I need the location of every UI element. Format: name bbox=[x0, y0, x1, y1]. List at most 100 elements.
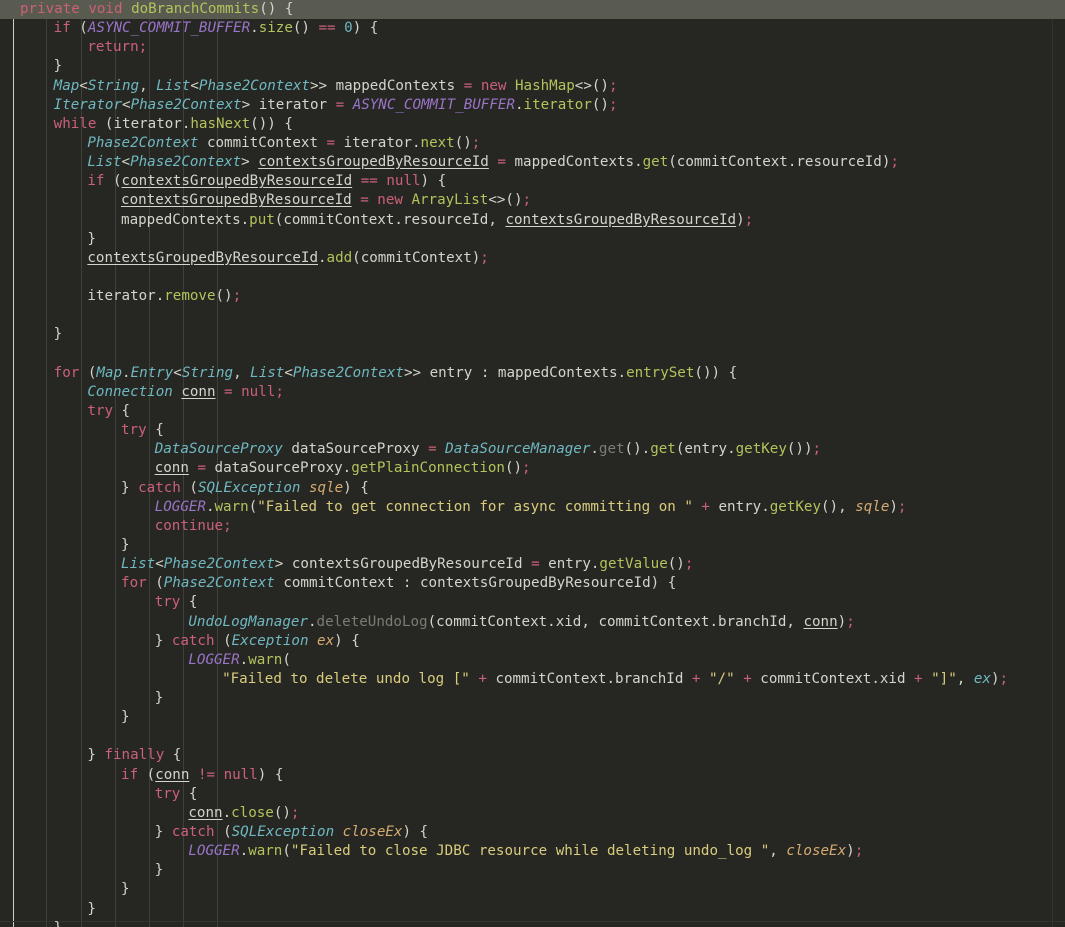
code-line[interactable]: List<Phase2Context> contextsGroupedByRes… bbox=[0, 153, 1065, 172]
code-line[interactable]: contextsGroupedByResourceId.add(commitCo… bbox=[0, 249, 1065, 268]
code-token: < bbox=[155, 556, 164, 573]
code-token: . bbox=[727, 441, 736, 458]
code-line[interactable]: try { bbox=[0, 402, 1065, 421]
code-token: ( bbox=[146, 575, 164, 592]
code-token: < bbox=[79, 77, 88, 94]
code-line[interactable]: return; bbox=[0, 38, 1065, 57]
code-line[interactable]: continue; bbox=[0, 517, 1065, 536]
code-line[interactable]: try { bbox=[0, 593, 1065, 612]
code-line[interactable]: } finally { bbox=[0, 746, 1065, 765]
code-line-text: while (iterator.hasNext()) { bbox=[0, 115, 293, 134]
code-line[interactable]: LOGGER.warn("Failed to close JDBC resour… bbox=[0, 842, 1065, 861]
code-token: closeEx bbox=[786, 843, 847, 860]
code-token: ) bbox=[471, 249, 481, 266]
code-token: < bbox=[122, 96, 131, 113]
code-line[interactable]: conn = dataSourceProxy.getPlainConnectio… bbox=[0, 459, 1065, 478]
code-token: ; bbox=[897, 498, 907, 515]
code-line[interactable]: "Failed to delete undo log [" + commitCo… bbox=[0, 670, 1065, 689]
code-line-text: } catch (SQLException closeEx) { bbox=[0, 823, 428, 842]
code-line[interactable]: UndoLogManager.deleteUndoLog(commitConte… bbox=[0, 613, 1065, 632]
code-line[interactable] bbox=[0, 268, 1065, 287]
code-token: . bbox=[634, 154, 643, 171]
code-line-text: for (Phase2Context commitContext : conte… bbox=[0, 574, 676, 593]
code-line[interactable]: Map<String, List<Phase2Context>> mappedC… bbox=[0, 77, 1065, 96]
code-line[interactable]: for (Map.Entry<String, List<Phase2Contex… bbox=[0, 364, 1065, 383]
code-line[interactable]: } bbox=[0, 708, 1065, 727]
code-token: Iterator bbox=[53, 96, 123, 113]
code-token: ) { bbox=[334, 632, 360, 649]
code-line[interactable]: } catch (Exception ex) { bbox=[0, 632, 1065, 651]
code-token: Phase2Context bbox=[292, 364, 404, 381]
code-token: . bbox=[240, 211, 250, 228]
code-token: ; bbox=[480, 249, 489, 266]
code-line[interactable]: } bbox=[0, 536, 1065, 555]
code-line[interactable]: LOGGER.warn( bbox=[0, 651, 1065, 670]
code-line-text: contextsGroupedByResourceId = new ArrayL… bbox=[0, 191, 531, 210]
code-line[interactable]: LOGGER.warn("Failed to get connection fo… bbox=[0, 498, 1065, 517]
code-line[interactable]: } bbox=[0, 880, 1065, 899]
code-token: ( bbox=[70, 20, 88, 37]
code-token: iterator bbox=[523, 96, 592, 113]
code-line-text: mappedContexts.put(commitContext.resourc… bbox=[0, 211, 753, 230]
code-token: + bbox=[701, 498, 710, 515]
code-line[interactable] bbox=[0, 727, 1065, 746]
code-line[interactable]: if (conn != null) { bbox=[0, 766, 1065, 785]
code-token: get bbox=[642, 154, 669, 171]
code-line[interactable]: contextsGroupedByResourceId = new ArrayL… bbox=[0, 191, 1065, 210]
code-line-text: private void doBranchCommits() { bbox=[0, 0, 293, 19]
code-line-text: if (ASYNC_COMMIT_BUFFER.size() == 0) { bbox=[0, 19, 379, 38]
code-token: Phase2Context bbox=[130, 154, 242, 171]
code-line[interactable] bbox=[0, 306, 1065, 325]
code-line[interactable]: } catch (SQLException closeEx) { bbox=[0, 823, 1065, 842]
code-token: private bbox=[20, 1, 80, 17]
code-line[interactable] bbox=[0, 345, 1065, 364]
code-line[interactable]: } bbox=[0, 230, 1065, 249]
code-token: ; bbox=[890, 154, 899, 171]
code-line[interactable]: if (contextsGroupedByResourceId == null)… bbox=[0, 172, 1065, 191]
code-token: ( bbox=[248, 498, 258, 515]
code-line[interactable]: } bbox=[0, 689, 1065, 708]
code-token: >> bbox=[403, 364, 422, 381]
code-line[interactable]: } bbox=[0, 325, 1065, 344]
code-line[interactable]: DataSourceProxy dataSourceProxy = DataSo… bbox=[0, 440, 1065, 459]
code-line-text: contextsGroupedByResourceId.add(commitCo… bbox=[0, 249, 489, 268]
code-token: . bbox=[394, 211, 403, 228]
code-line[interactable]: } bbox=[0, 900, 1065, 919]
code-line[interactable]: } catch (SQLException sqle) { bbox=[0, 479, 1065, 498]
code-line[interactable]: iterator.remove(); bbox=[0, 287, 1065, 306]
code-line[interactable]: Connection conn = null; bbox=[0, 383, 1065, 402]
code-token: size bbox=[258, 20, 293, 37]
code-line[interactable]: while (iterator.hasNext()) { bbox=[0, 115, 1065, 134]
code-editor[interactable]: private void doBranchCommits() {if (ASYN… bbox=[0, 0, 1065, 927]
code-token: "Failed to delete undo log [" bbox=[222, 670, 470, 687]
code-token: warn bbox=[248, 651, 283, 668]
code-line[interactable]: Iterator<Phase2Context> iterator = ASYNC… bbox=[0, 96, 1065, 115]
code-content[interactable]: private void doBranchCommits() {if (ASYN… bbox=[0, 0, 1065, 927]
code-token: . bbox=[122, 364, 131, 381]
code-token: add bbox=[326, 249, 353, 266]
code-token: , bbox=[488, 211, 506, 228]
code-line[interactable]: } bbox=[0, 57, 1065, 76]
code-line[interactable]: Phase2Context commitContext = iterator.n… bbox=[0, 134, 1065, 153]
code-token: ) { bbox=[650, 575, 677, 592]
code-token: null bbox=[386, 173, 421, 190]
code-line[interactable]: } bbox=[0, 919, 1065, 927]
code-line[interactable]: mappedContexts.put(commitContext.resourc… bbox=[0, 211, 1065, 230]
code-line-text: } bbox=[0, 230, 96, 249]
code-token: ( bbox=[282, 651, 291, 668]
code-line[interactable]: private void doBranchCommits() { bbox=[0, 0, 1065, 20]
code-line[interactable]: try { bbox=[0, 785, 1065, 804]
code-token: closeEx bbox=[342, 824, 403, 841]
code-token: contextsGroupedByResourceId bbox=[258, 154, 489, 171]
code-token: } bbox=[53, 58, 63, 75]
code-line[interactable]: conn.close(); bbox=[0, 804, 1065, 823]
code-line[interactable]: for (Phase2Context commitContext : conte… bbox=[0, 574, 1065, 593]
code-token: for bbox=[121, 575, 147, 592]
code-line[interactable]: try { bbox=[0, 421, 1065, 440]
code-token: } bbox=[121, 881, 130, 898]
code-line[interactable]: if (ASYNC_COMMIT_BUFFER.size() == 0) { bbox=[0, 19, 1065, 38]
code-line[interactable]: } bbox=[0, 861, 1065, 880]
code-line[interactable]: List<Phase2Context> contextsGroupedByRes… bbox=[0, 555, 1065, 574]
